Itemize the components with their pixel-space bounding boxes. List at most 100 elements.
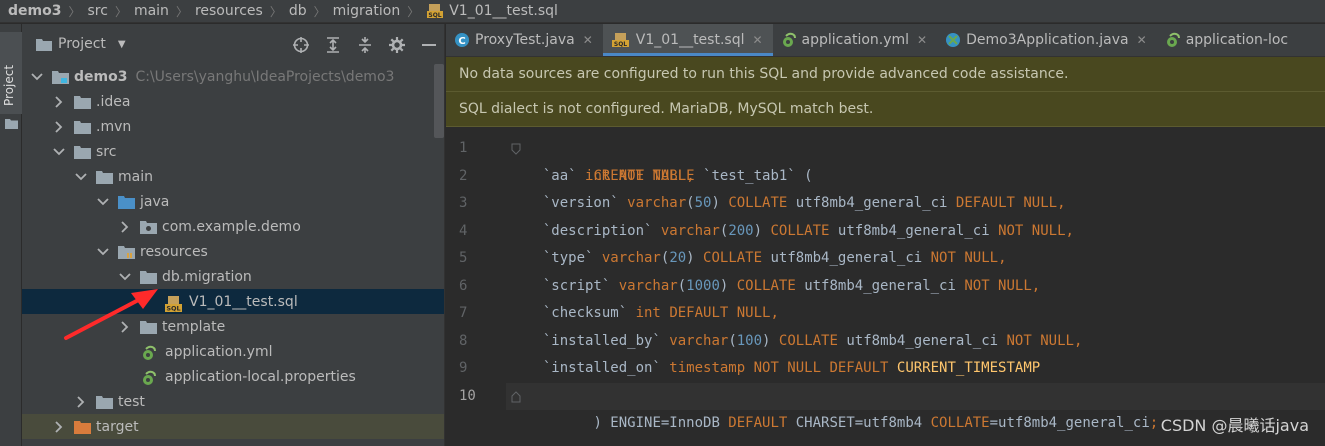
locate-file-icon[interactable] [292,36,310,54]
tree-item-label: .idea [96,93,131,110]
tree-item-db-migration[interactable]: db.migration [22,264,444,289]
line-number: 9 [459,360,468,376]
breadcrumb-item-main[interactable]: main [134,3,169,19]
tab-application-local[interactable]: application-loc [1157,24,1298,56]
tree-item-test[interactable]: test [22,389,444,414]
project-tool-window-tab[interactable]: Project [0,32,22,114]
sql-file-icon: SQL [427,4,444,19]
java-class-icon: C [454,32,470,48]
chevron-right-icon[interactable] [118,320,132,334]
folder-icon [5,119,18,129]
close-icon[interactable]: ✕ [1137,33,1147,47]
chevron-down-icon[interactable] [52,145,66,159]
tab-demo3application[interactable]: Demo3Application.java ✕ [937,24,1157,56]
code-line-3[interactable]: `version` varchar(50) COLLATE utf8mb4_ge… [506,190,1325,218]
chevron-right-icon[interactable] [52,420,66,434]
line-number-gutter: 1 2 3 4 5 6 7 8 9 10 [446,135,506,410]
project-tree: demo3 C:\Users\yanghu\IdeaProjects\demo3… [22,64,444,439]
tree-item-idea[interactable]: .idea [22,89,444,114]
tree-item-sql-file[interactable]: SQL V1_01__test.sql [22,289,444,314]
tree-item-label: resources [140,243,208,260]
breadcrumb-item-db[interactable]: db [289,3,307,19]
chevron-down-icon[interactable] [96,245,110,259]
tree-item-label: test [118,393,145,410]
project-view-selector[interactable]: Project [58,36,106,52]
line-number: 4 [459,222,468,239]
chevron-right-icon[interactable] [118,220,132,234]
breadcrumb-separator-icon: 〉 [407,4,420,19]
line-number: 8 [459,332,468,349]
tab-label: application.yml [801,31,910,48]
chevron-right-icon[interactable] [52,120,66,134]
source-folder-icon [118,195,135,209]
breadcrumb-separator-icon: 〉 [269,4,282,19]
tree-item-root[interactable]: demo3 C:\Users\yanghu\IdeaProjects\demo3 [22,64,444,89]
close-icon[interactable]: ✕ [917,33,927,47]
chevron-right-icon[interactable] [74,395,88,409]
folder-icon [96,170,113,184]
tree-item-application-yml[interactable]: application.yml [22,339,444,364]
code-line-1[interactable]: CREATE TABLE `test_tab1` ( [506,135,1325,184]
close-icon[interactable]: ✕ [752,33,762,47]
breadcrumb-item-migration[interactable]: migration [333,3,401,19]
tree-item-target[interactable]: target [22,414,444,439]
line-number: 3 [459,195,468,211]
watermark: CSDN @晨曦话java [1160,416,1309,435]
breadcrumb-item-resources[interactable]: resources [195,3,263,19]
tab-application-yml[interactable]: application.yml ✕ [773,24,938,56]
tree-item-src[interactable]: src [22,139,444,164]
expand-all-icon[interactable] [324,36,342,54]
hide-panel-icon[interactable] [420,36,438,54]
tree-item-resources[interactable]: resources [22,239,444,264]
tree-item-main[interactable]: main [22,164,444,189]
left-tool-strip: Project [0,24,22,446]
code-line-9[interactable]: `installed_on` timestamp NOT NULL DEFAUL… [506,355,1325,383]
gear-icon[interactable] [388,36,406,54]
breadcrumb-item-src[interactable]: src [87,3,107,19]
resources-folder-icon [118,245,135,259]
project-tree-scrollbar[interactable] [434,64,444,138]
tree-item-template[interactable]: template [22,314,444,339]
spring-config-icon [781,32,797,48]
chevron-down-icon[interactable] [74,170,88,184]
code-line-6[interactable]: `script` varchar(1000) COLLATE utf8mb4_g… [506,273,1325,301]
folder-icon [74,145,91,159]
breadcrumb-item-project[interactable]: demo3 [8,3,61,19]
banner-text: SQL dialect is not configured. MariaDB, … [459,101,874,117]
code-line-5[interactable]: `type` varchar(20) COLLATE utf8mb4_gener… [506,245,1325,273]
code-line-8[interactable]: `installed_by` varchar(100) COLLATE utf8… [506,328,1325,356]
module-folder-icon [52,70,69,84]
chevron-right-icon[interactable] [52,95,66,109]
tree-item-mvn[interactable]: .mvn [22,114,444,139]
spring-config-icon [140,345,160,360]
code-line-4[interactable]: `description` varchar(200) COLLATE utf8m… [506,218,1325,246]
code-line-7[interactable]: `checksum` int DEFAULT NULL, [506,300,1325,328]
project-tool-window-label: Project [2,64,16,106]
tree-item-java[interactable]: java [22,189,444,214]
tree-item-package[interactable]: com.example.demo [22,214,444,239]
tab-proxytest[interactable]: C ProxyTest.java ✕ [446,24,603,56]
chevron-down-icon[interactable]: ▼ [118,39,126,50]
svg-text:SQL: SQL [429,12,442,19]
code-line-10[interactable]: ) ENGINE=InnoDB DEFAULT CHARSET=utf8mb4 … [506,382,1325,431]
editor-area: C ProxyTest.java ✕ SQL V1_01__test.sql ✕… [446,24,1325,446]
datasource-warning-banner: No data sources are configured to run th… [446,57,1325,92]
code-line-2[interactable]: `aa` int NOT NULL, [506,163,1325,191]
breadcrumb-item-file[interactable]: SQL V1_01__test.sql [426,3,558,19]
chevron-down-icon[interactable] [118,270,132,284]
tab-label: Demo3Application.java [966,31,1129,48]
breadcrumb: demo3 〉 src 〉 main 〉 resources 〉 db 〉 mi… [0,0,1325,23]
svg-text:C: C [458,36,465,47]
chevron-down-icon[interactable] [96,195,110,209]
tab-sql-file[interactable]: SQL V1_01__test.sql ✕ [602,24,773,56]
tree-item-label: target [96,418,139,435]
project-panel-toolbar [292,36,438,54]
chevron-down-icon[interactable] [30,70,44,84]
folder-icon [96,395,113,409]
fold-marker-icon[interactable] [511,143,521,155]
collapse-all-icon[interactable] [356,36,374,54]
tree-item-application-local[interactable]: application-local.properties [22,364,444,389]
folder-icon [140,320,157,334]
fold-marker-icon[interactable] [511,390,521,403]
close-icon[interactable]: ✕ [583,33,593,47]
